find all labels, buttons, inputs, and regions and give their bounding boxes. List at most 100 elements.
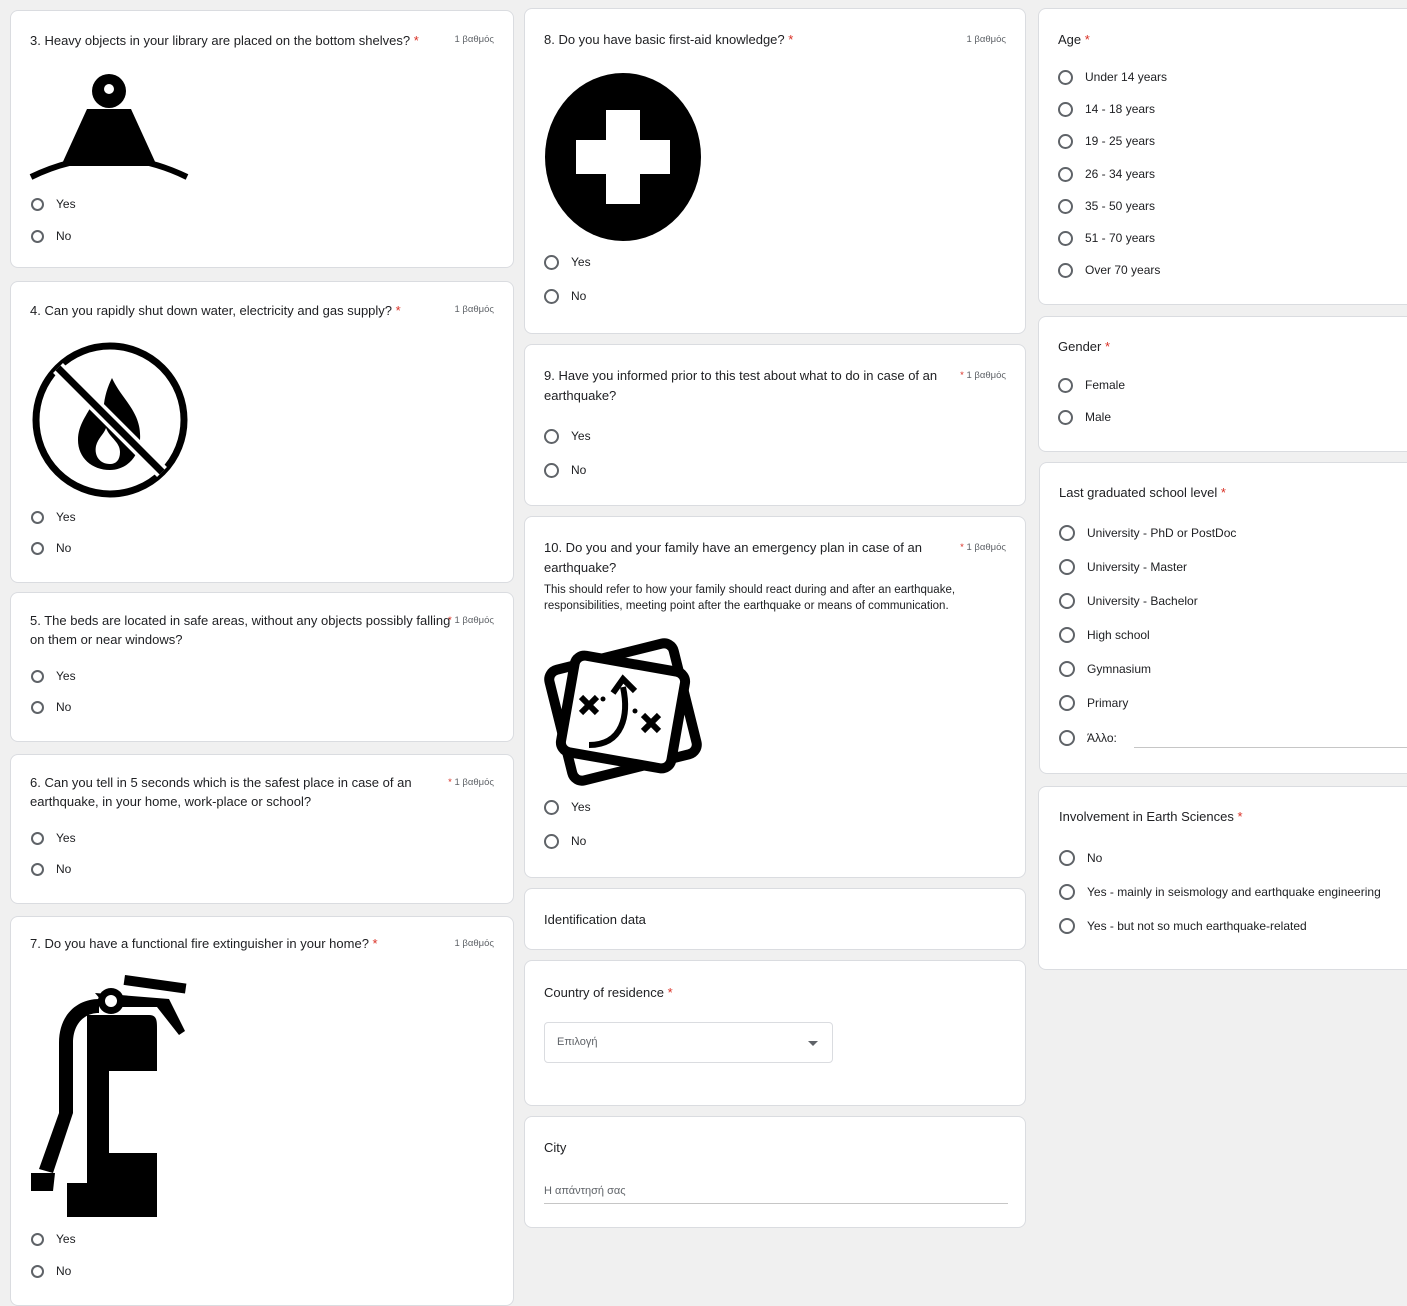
option-no[interactable]: No — [31, 226, 71, 246]
points-label: * 1 βαθμός — [960, 370, 1006, 381]
city-card: City Η απάντησή σας — [524, 1116, 1026, 1228]
question-title: 8. Do you have basic first-aid knowledge… — [544, 32, 794, 47]
question-title: City — [544, 1140, 567, 1155]
radio-button[interactable] — [1059, 593, 1075, 609]
radio-button[interactable] — [544, 254, 559, 270]
question-title: Gender * — [1058, 339, 1111, 354]
option-seismology[interactable]: Yes - mainly in seismology and earthquak… — [1059, 882, 1381, 902]
form-column-3: Age * Under 14 years 14 - 18 years 19 - … — [1032, 0, 1407, 1300]
option-yes[interactable]: Yes — [31, 507, 76, 527]
option-no[interactable]: No — [31, 1261, 71, 1281]
option-phd[interactable]: University - PhD or PostDoc — [1059, 523, 1236, 543]
option-yes[interactable]: Yes — [31, 1229, 76, 1249]
question-title: Age * — [1058, 32, 1090, 47]
radio-button[interactable] — [1058, 69, 1073, 85]
option-no[interactable]: No — [31, 859, 71, 879]
radio-button[interactable] — [544, 833, 559, 849]
option-yes[interactable]: Yes — [544, 797, 591, 817]
radio-button[interactable] — [1059, 918, 1075, 934]
option-under-14[interactable]: Under 14 years — [1058, 67, 1167, 87]
option-high-school[interactable]: High school — [1059, 625, 1150, 645]
radio-button[interactable] — [31, 197, 44, 211]
option-female[interactable]: Female — [1058, 375, 1125, 395]
form-column-1: 3. Heavy objects in your library are pla… — [0, 0, 520, 1306]
radio-button[interactable] — [1059, 627, 1075, 643]
input-underline — [544, 1203, 1008, 1204]
option-no[interactable]: No — [544, 831, 586, 851]
radio-button[interactable] — [1058, 198, 1073, 214]
radio-button[interactable] — [31, 510, 44, 524]
radio-button[interactable] — [1058, 409, 1073, 425]
option-bachelor[interactable]: University - Bachelor — [1059, 591, 1198, 611]
option-yes[interactable]: Yes — [31, 666, 76, 686]
option-yes[interactable]: Yes — [31, 828, 76, 848]
question-title: 4. Can you rapidly shut down water, elec… — [30, 303, 401, 318]
radio-button[interactable] — [1059, 730, 1075, 746]
radio-button[interactable] — [1058, 262, 1073, 278]
points-label: * 1 βαθμός — [960, 542, 1006, 553]
option-no[interactable]: No — [544, 460, 586, 480]
weight-icon — [29, 74, 189, 180]
option-no[interactable]: No — [1059, 848, 1102, 868]
radio-button[interactable] — [1059, 850, 1075, 866]
radio-button[interactable] — [1058, 230, 1073, 246]
option-26-34[interactable]: 26 - 34 years — [1058, 164, 1155, 184]
option-yes[interactable]: Yes — [544, 252, 591, 272]
question-card-4: 4. Can you rapidly shut down water, elec… — [10, 281, 514, 583]
option-gymnasium[interactable]: Gymnasium — [1059, 659, 1151, 679]
radio-button[interactable] — [1059, 559, 1075, 575]
option-no[interactable]: No — [31, 697, 71, 717]
radio-button[interactable] — [1059, 695, 1075, 711]
age-card: Age * Under 14 years 14 - 18 years 19 - … — [1038, 8, 1407, 305]
option-51-70[interactable]: 51 - 70 years — [1058, 228, 1155, 248]
radio-button[interactable] — [1059, 525, 1075, 541]
radio-button[interactable] — [31, 1264, 44, 1278]
fire-extinguisher-icon — [31, 975, 187, 1217]
option-not-earthquake[interactable]: Yes - but not so much earthquake-related — [1059, 916, 1307, 936]
option-yes[interactable]: Yes — [544, 426, 591, 446]
option-19-25[interactable]: 19 - 25 years — [1058, 131, 1155, 151]
option-no[interactable]: No — [31, 538, 71, 558]
city-input[interactable]: Η απάντησή σας — [544, 1183, 1008, 1203]
radio-button[interactable] — [1058, 101, 1073, 117]
points-label: * 1 βαθμός — [448, 777, 494, 788]
points-label: 1 βαθμός — [966, 34, 1007, 45]
option-yes[interactable]: Yes — [31, 194, 76, 214]
question-title: Country of residence * — [544, 985, 673, 1000]
radio-button[interactable] — [31, 1232, 44, 1246]
no-fire-icon — [32, 342, 188, 498]
question-card-9: 9. Have you informed prior to this test … — [524, 344, 1026, 506]
radio-button[interactable] — [31, 669, 44, 683]
country-select[interactable]: Επιλογή — [544, 1022, 833, 1063]
school-level-card: Last graduated school level * University… — [1039, 462, 1407, 774]
radio-button[interactable] — [31, 541, 44, 555]
option-over-70[interactable]: Over 70 years — [1058, 260, 1160, 280]
option-master[interactable]: University - Master — [1059, 557, 1187, 577]
radio-button[interactable] — [1058, 166, 1073, 182]
radio-button[interactable] — [544, 428, 559, 444]
option-other[interactable]: Άλλο: — [1059, 728, 1117, 748]
option-35-50[interactable]: 35 - 50 years — [1058, 196, 1155, 216]
question-description: This should refer to how your family sho… — [544, 584, 956, 612]
radio-button[interactable] — [1058, 377, 1073, 393]
question-card-6: 6. Can you tell in 5 seconds which is th… — [10, 754, 514, 904]
radio-button[interactable] — [1058, 133, 1073, 149]
radio-button[interactable] — [31, 229, 44, 243]
question-card-10: 10. Do you and your family have an emerg… — [524, 516, 1026, 878]
radio-button[interactable] — [31, 831, 44, 845]
question-title: 6. Can you tell in 5 seconds which is th… — [30, 775, 412, 809]
option-no[interactable]: No — [544, 286, 586, 306]
option-14-18[interactable]: 14 - 18 years — [1058, 99, 1155, 119]
other-input-underline[interactable] — [1134, 747, 1407, 748]
radio-button[interactable] — [1059, 661, 1075, 677]
radio-button[interactable] — [1059, 884, 1075, 900]
question-title: 10. Do you and your family have an emerg… — [544, 540, 922, 575]
question-card-3: 3. Heavy objects in your library are pla… — [10, 10, 514, 268]
radio-button[interactable] — [544, 288, 559, 304]
radio-button[interactable] — [31, 700, 44, 714]
option-primary[interactable]: Primary — [1059, 693, 1128, 713]
radio-button[interactable] — [31, 862, 44, 876]
option-male[interactable]: Male — [1058, 407, 1111, 427]
radio-button[interactable] — [544, 462, 559, 478]
radio-button[interactable] — [544, 799, 559, 815]
